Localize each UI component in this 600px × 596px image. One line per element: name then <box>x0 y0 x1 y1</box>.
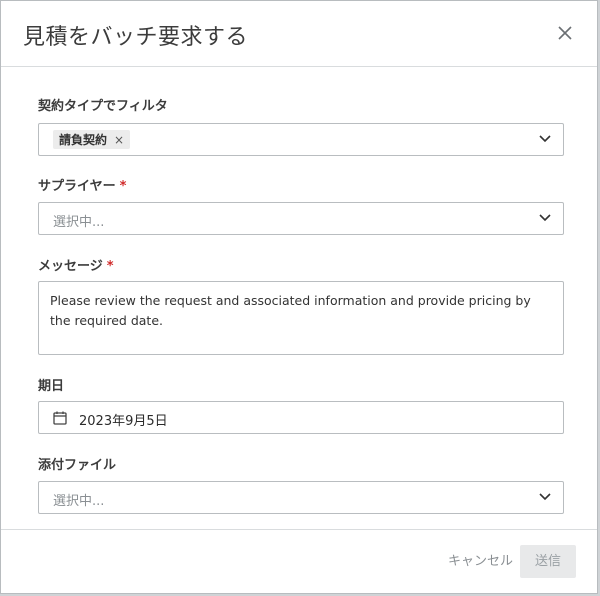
attachments-placeholder: 選択中... <box>53 494 105 509</box>
batch-quote-dialog: 見積をバッチ要求する 契約タイプでフィルタ 請負契約 × サプライヤー * 選択中… <box>0 0 598 594</box>
contract-type-chip: 請負契約 × <box>53 130 131 149</box>
contract-type-filter-label: 契約タイプでフィルタ <box>38 95 168 114</box>
attachments-select[interactable]: 選択中... <box>38 481 564 514</box>
required-mark: * <box>106 259 114 274</box>
send-button[interactable]: 送信 <box>520 545 576 578</box>
attachments-label: 添付ファイル <box>38 454 116 473</box>
dialog-header: 見積をバッチ要求する <box>1 1 597 67</box>
message-label-text: メッセージ <box>38 259 103 274</box>
close-icon[interactable] <box>555 23 575 43</box>
chevron-down-icon[interactable] <box>539 493 551 501</box>
dialog-footer: キャンセル 送信 <box>1 529 597 593</box>
supplier-select[interactable]: 選択中... <box>38 202 564 235</box>
supplier-label: サプライヤー * <box>38 175 126 194</box>
cancel-button[interactable]: キャンセル <box>448 545 513 578</box>
due-date-input[interactable]: 2023年9月5日 <box>38 401 564 434</box>
chip-remove-button[interactable]: × <box>114 133 124 147</box>
due-date-label-text: 期日 <box>38 379 65 394</box>
due-date-value: 2023年9月5日 <box>79 414 168 429</box>
chevron-down-icon[interactable] <box>539 135 551 143</box>
message-label: メッセージ * <box>38 255 114 274</box>
supplier-placeholder: 選択中... <box>53 215 105 230</box>
contract-type-chip-label: 請負契約 <box>59 133 108 147</box>
supplier-label-text: サプライヤー <box>38 179 116 194</box>
due-date-label: 期日 <box>38 375 64 394</box>
dialog-title: 見積をバッチ要求する <box>23 25 249 50</box>
chevron-down-icon[interactable] <box>539 214 551 222</box>
attachments-label-text: 添付ファイル <box>38 458 117 473</box>
required-mark: * <box>119 179 127 194</box>
message-text: Please review the request and associated… <box>50 293 531 328</box>
message-textarea[interactable]: Please review the request and associated… <box>38 281 564 355</box>
contract-type-filter-select[interactable]: 請負契約 × <box>38 123 564 156</box>
calendar-icon[interactable] <box>53 411 67 425</box>
contract-type-filter-label-text: 契約タイプでフィルタ <box>38 99 168 114</box>
